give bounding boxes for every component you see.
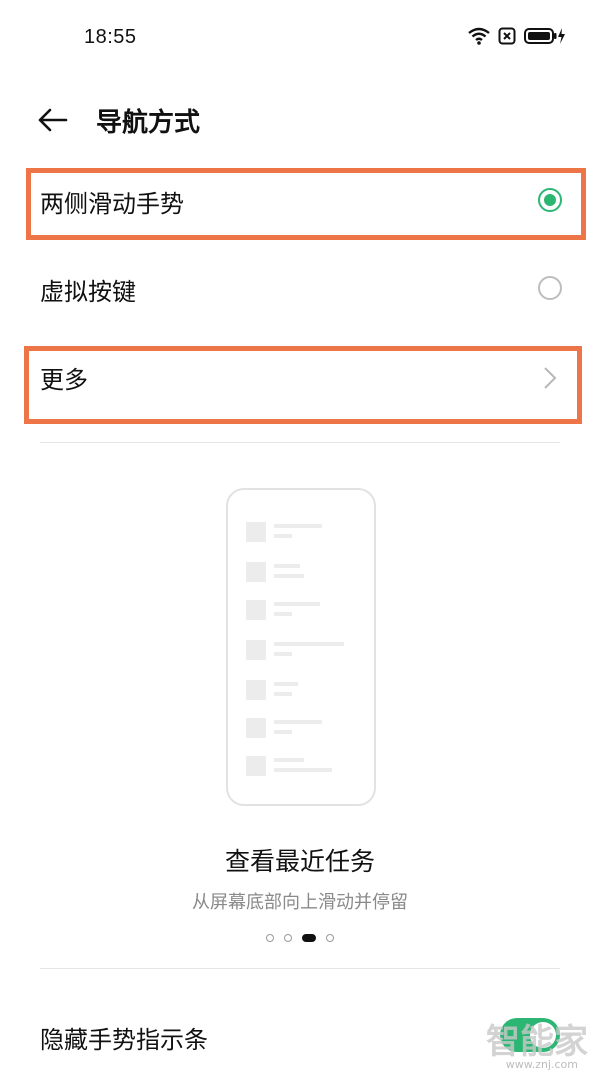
radio-unselected-icon[interactable] xyxy=(538,276,562,300)
illustration-row xyxy=(246,640,356,664)
divider xyxy=(40,968,560,969)
wifi-icon xyxy=(468,27,490,45)
option-virtual-keys-label: 虚拟按键 xyxy=(40,278,136,306)
status-icons xyxy=(468,27,566,45)
no-sim-icon xyxy=(498,27,516,45)
option-virtual-keys[interactable]: 虚拟按键 xyxy=(0,252,600,332)
status-time: 18:55 xyxy=(84,26,137,48)
page-dot-active[interactable] xyxy=(302,934,316,942)
highlight-box-more xyxy=(24,346,582,424)
highlight-box-gesture xyxy=(26,168,586,240)
illustration-row xyxy=(246,680,356,704)
divider xyxy=(40,442,560,443)
battery-charging-icon xyxy=(524,28,565,44)
status-bar: 18:55 xyxy=(0,0,600,70)
illustration-row xyxy=(246,718,356,742)
watermark-url: www.znj.com xyxy=(505,1058,578,1071)
gesture-subtitle: 从屏幕底部向上滑动并停留 xyxy=(192,892,408,913)
illustration-row xyxy=(246,756,356,780)
watermark-logo: 智能家 xyxy=(486,1022,588,1062)
page-indicator[interactable] xyxy=(0,934,600,942)
header: 导航方式 xyxy=(0,90,600,150)
page-dot[interactable] xyxy=(284,934,292,942)
back-arrow-icon[interactable] xyxy=(34,102,74,138)
page-dot[interactable] xyxy=(266,934,274,942)
page-dot[interactable] xyxy=(326,934,334,942)
phone-illustration xyxy=(226,488,376,806)
gesture-title: 查看最近任务 xyxy=(224,847,375,876)
illustration-row xyxy=(246,600,356,624)
page-title: 导航方式 xyxy=(96,108,201,138)
hide-indicator-label: 隐藏手势指示条 xyxy=(40,1026,208,1054)
illustration-row xyxy=(246,522,356,546)
illustration-row xyxy=(246,562,356,586)
